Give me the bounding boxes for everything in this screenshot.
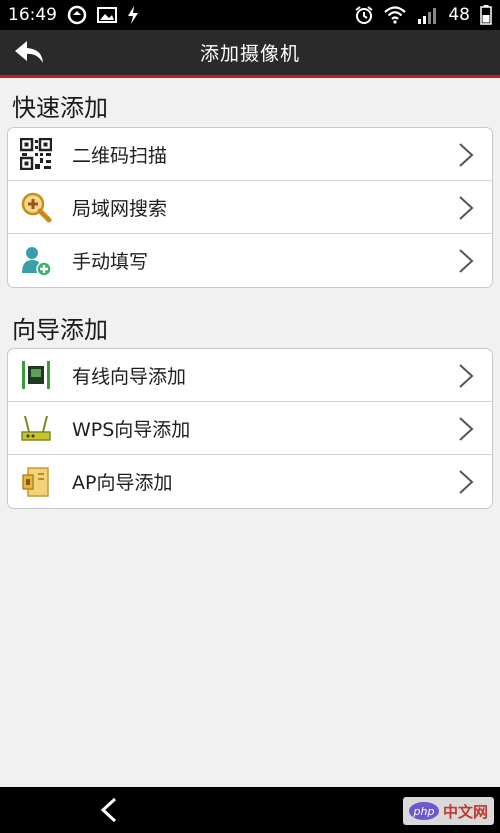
list-item-lan-search[interactable]: 局域网搜索 (8, 181, 492, 234)
search-plus-icon (18, 189, 54, 225)
section-title-guide-add: 向导添加 (12, 316, 108, 344)
list-item-manual-entry[interactable]: 手动填写 (8, 234, 492, 287)
back-arrow-icon (15, 41, 43, 63)
section-title-quick-add: 快速添加 (12, 94, 108, 122)
router-icon (18, 410, 54, 446)
list-item-wps-guide[interactable]: WPS向导添加 (8, 402, 492, 455)
status-bar: 16:49 48 (0, 0, 500, 30)
watermark: php 中文网 (402, 797, 494, 825)
list-item-ap-guide[interactable]: AP向导添加 (8, 455, 492, 508)
alarm-icon (354, 5, 374, 25)
chevron-right-icon (459, 143, 474, 167)
watermark-text: 中文网 (442, 802, 488, 821)
chevron-right-icon (459, 470, 474, 494)
list-item-label: 手动填写 (72, 251, 149, 273)
list-item-label: 局域网搜索 (72, 197, 168, 220)
list-item-label: 有线向导添加 (72, 365, 187, 388)
system-nav-bar: php 中文网 (0, 787, 500, 833)
battery-icon (480, 5, 492, 25)
chevron-right-icon (459, 196, 474, 220)
battery-level: 48 (448, 5, 470, 25)
qrcode-icon (18, 136, 54, 172)
wifi-icon (384, 6, 407, 24)
nav-back-button[interactable] (98, 796, 120, 828)
chevron-right-icon (459, 249, 474, 273)
watermark-logo: php (408, 802, 439, 820)
ap-icon (18, 464, 54, 500)
chevron-left-icon (100, 797, 117, 823)
list-item-label: 二维码扫描 (72, 144, 168, 167)
image-icon (97, 6, 117, 24)
list-item-label: WPS向导添加 (72, 418, 191, 441)
title-bar: 添加摄像机 (0, 30, 500, 78)
signal-icon (416, 6, 438, 24)
chevron-right-icon (459, 364, 474, 388)
back-button[interactable] (10, 35, 50, 71)
add-user-icon (18, 243, 54, 279)
charging-bolt-icon (127, 6, 139, 24)
quick-add-card: 二维码扫描 局域网搜索 手动填写 (7, 127, 493, 288)
chevron-right-icon (459, 417, 474, 441)
page-title: 添加摄像机 (199, 43, 300, 65)
list-item-qrcode-scan[interactable]: 二维码扫描 (8, 128, 492, 181)
list-item-label: AP向导添加 (72, 472, 173, 494)
sync-icon (67, 5, 87, 25)
wired-icon (18, 357, 54, 393)
status-time: 16:49 (8, 5, 57, 25)
guide-add-card: 有线向导添加 WPS向导添加 AP向导添加 (7, 348, 493, 509)
list-item-wired-guide[interactable]: 有线向导添加 (8, 349, 492, 402)
